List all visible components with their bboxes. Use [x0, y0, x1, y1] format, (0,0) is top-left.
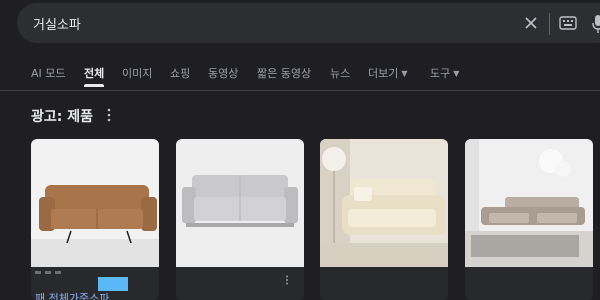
search-tabs: AI 모드 전체 이미지 쇼핑 동영상 짧은 동영상 뉴스 더보기 ▼ 도구 ▼ [0, 60, 600, 87]
search-bar-divider [549, 13, 550, 35]
product-card[interactable] [320, 139, 448, 300]
tab-ai-mode[interactable]: AI 모드 [31, 65, 66, 81]
tab-tools-label: 도구 [430, 67, 451, 80]
product-card[interactable]: 패 전체가죽소파 [31, 139, 159, 300]
product-image [31, 139, 159, 267]
search-bar[interactable]: 거실소파 [17, 3, 600, 43]
chevron-down-icon: ▼ [453, 69, 460, 78]
more-vert-icon[interactable] [106, 108, 112, 122]
tab-short-videos[interactable]: 짧은 동영상 [257, 65, 311, 81]
tab-shopping[interactable]: 쇼핑 [170, 65, 190, 81]
product-card[interactable] [176, 139, 304, 300]
product-card[interactable] [465, 139, 593, 300]
tab-images[interactable]: 이미지 [122, 65, 152, 81]
active-tab-indicator [84, 84, 104, 87]
tab-tools[interactable]: 도구 ▼ [430, 65, 459, 81]
tab-news[interactable]: 뉴스 [330, 65, 350, 81]
close-icon[interactable] [523, 15, 539, 31]
microphone-icon[interactable] [592, 14, 600, 34]
rating-placeholder [35, 271, 61, 274]
product-image [465, 139, 593, 267]
product-image [320, 139, 448, 267]
product-image [176, 139, 304, 267]
more-vert-icon[interactable] [284, 275, 290, 285]
keyboard-icon[interactable] [559, 16, 577, 30]
tabs-divider [0, 90, 600, 91]
tab-all[interactable]: 전체 [84, 65, 104, 81]
search-results-page: 거실소파 AI 모드 전체 이미지 쇼핑 동영상 짧은 동영상 뉴스 더보기 ▼ … [0, 0, 600, 300]
ads-heading: 광고: 제품 [31, 109, 93, 125]
chevron-down-icon: ▼ [401, 69, 408, 78]
tab-videos[interactable]: 동영상 [208, 65, 238, 81]
search-input[interactable]: 거실소파 [33, 14, 81, 33]
tab-more-label: 더보기 [368, 67, 399, 80]
redaction-block [98, 277, 128, 291]
product-title[interactable]: 패 전체가죽소파 [35, 290, 109, 300]
tab-more[interactable]: 더보기 ▼ [368, 65, 408, 81]
